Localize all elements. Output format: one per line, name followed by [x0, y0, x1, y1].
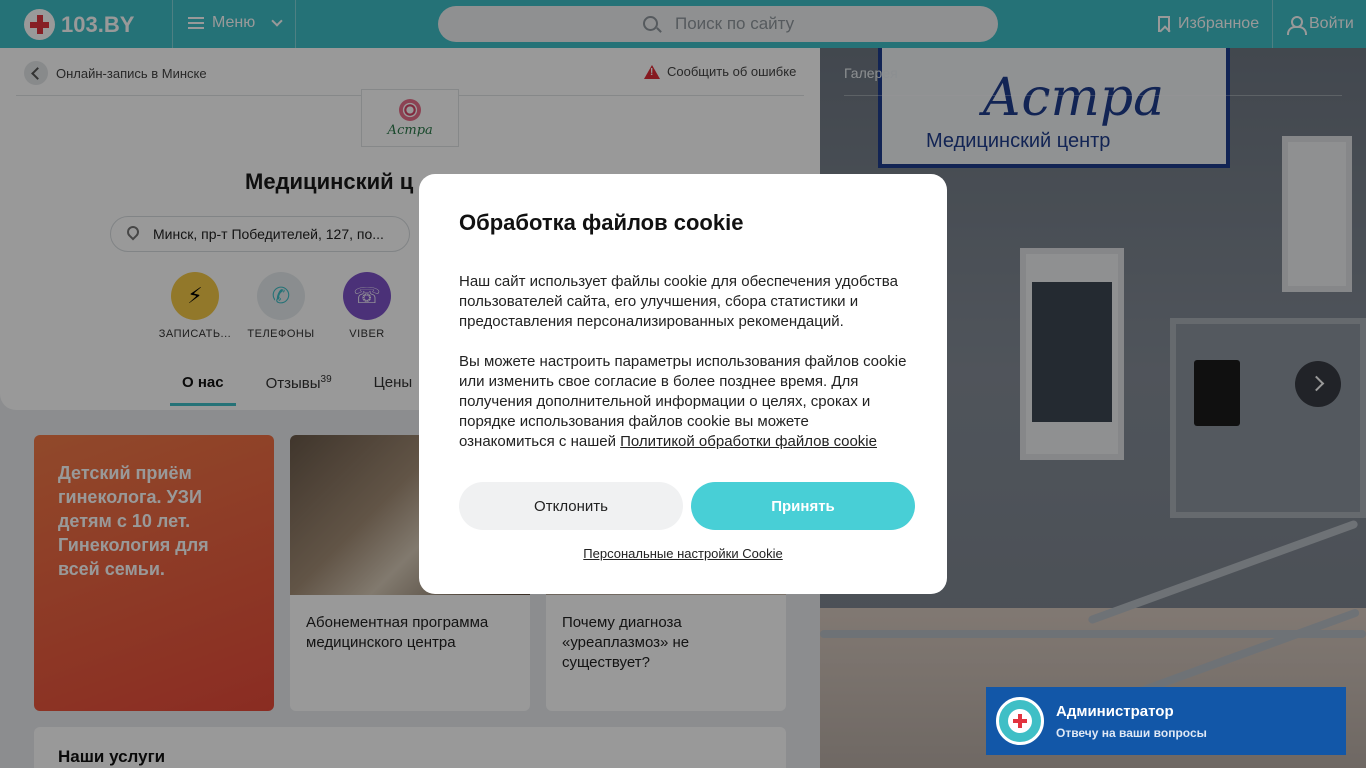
cookie-dialog: Обработка файлов cookie Наш сайт использ… — [419, 174, 947, 594]
medical-cross-icon — [1008, 709, 1032, 733]
cookie-policy-link[interactable]: Политикой обработки файлов cookie — [620, 433, 877, 450]
chat-name: Администратор — [1056, 702, 1174, 720]
cookie-paragraph: Вы можете настроить параметры использова… — [459, 352, 907, 452]
cookie-dialog-text: Наш сайт использует файлы cookie для обе… — [459, 272, 907, 452]
cookie-dialog-title: Обработка файлов cookie — [459, 210, 744, 235]
admin-chat-widget[interactable]: Администратор Отвечу на ваши вопросы — [986, 687, 1346, 755]
accept-button[interactable]: Принять — [691, 482, 915, 530]
personal-settings: Персональные настройки Cookie — [419, 546, 947, 561]
cookie-buttons: Отклонить Принять — [459, 482, 915, 530]
chat-texts: Администратор Отвечу на ваши вопросы — [1056, 703, 1207, 740]
personal-settings-link[interactable]: Персональные настройки Cookie — [583, 546, 782, 561]
cookie-paragraph: Наш сайт использует файлы cookie для обе… — [459, 273, 898, 330]
avatar — [996, 697, 1044, 745]
decline-button[interactable]: Отклонить — [459, 482, 683, 530]
chat-subtitle: Отвечу на ваши вопросы — [1056, 725, 1207, 740]
